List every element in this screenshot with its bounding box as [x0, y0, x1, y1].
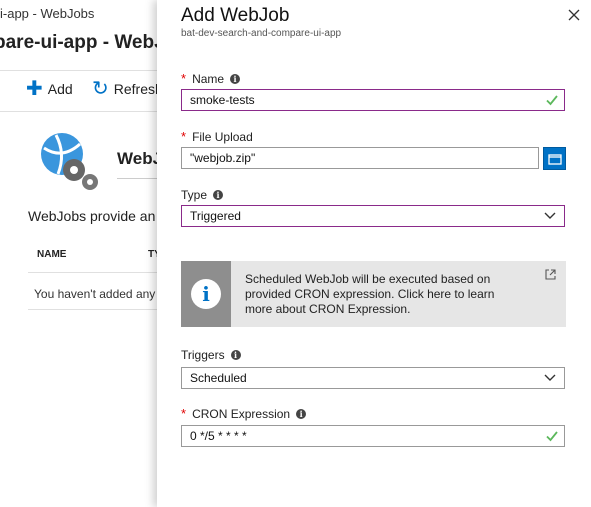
chevron-down-icon	[544, 212, 556, 219]
cron-info-banner[interactable]: i Scheduled WebJob will be executed base…	[181, 261, 566, 327]
table-divider	[28, 309, 160, 310]
info-banner-text: Scheduled WebJob will be executed based …	[245, 272, 495, 316]
blade-toolbar: ✚ Add ↻ Refresh	[0, 70, 160, 112]
type-label-text: Type	[181, 188, 208, 202]
blade-title: pare-ui-app - WebJ	[0, 32, 160, 53]
triggers-dropdown[interactable]: Scheduled	[181, 367, 565, 389]
triggers-label-text: Triggers	[181, 348, 225, 362]
browse-file-button[interactable]	[543, 147, 566, 170]
webjobs-blade: i-app - WebJobs pare-ui-app - WebJ ✚ Add…	[0, 0, 160, 507]
close-icon[interactable]	[567, 8, 581, 22]
chevron-down-icon	[544, 374, 556, 381]
cron-input-value: 0 */5 * * * *	[190, 429, 247, 443]
required-marker: *	[181, 406, 187, 421]
external-link-icon[interactable]	[545, 269, 556, 280]
hero-divider	[117, 178, 160, 179]
table-header-divider	[28, 272, 160, 273]
info-icon[interactable]: i	[296, 408, 307, 419]
cron-input[interactable]: 0 */5 * * * *	[181, 425, 565, 447]
add-webjob-panel: Add WebJob bat-dev-search-and-compare-ui…	[157, 0, 591, 507]
cron-label: * CRON Expression i	[181, 406, 307, 421]
required-marker: *	[181, 129, 187, 144]
check-icon	[546, 95, 558, 106]
type-label: Type i	[181, 188, 224, 202]
file-upload-label: * File Upload	[181, 129, 253, 144]
info-icon[interactable]: i	[230, 73, 241, 84]
name-input-value: smoke-tests	[190, 93, 255, 107]
cron-label-text: CRON Expression	[192, 406, 291, 421]
info-icon[interactable]: i	[230, 350, 241, 360]
name-input[interactable]: smoke-tests	[181, 89, 565, 111]
info-icon: i	[191, 279, 221, 309]
webjobs-icon	[41, 133, 98, 190]
folder-icon	[547, 153, 562, 165]
info-icon[interactable]: i	[213, 190, 224, 200]
refresh-icon: ↻	[92, 78, 109, 100]
check-icon	[546, 431, 558, 442]
panel-title: Add WebJob	[181, 5, 290, 26]
empty-table-message: You haven't added any	[34, 287, 156, 301]
name-label-text: Name	[192, 71, 225, 86]
column-header-name[interactable]: NAME	[37, 249, 66, 260]
breadcrumb[interactable]: i-app - WebJobs	[0, 6, 94, 21]
refresh-button-label: Refresh	[113, 81, 160, 97]
hero-title: WebJ	[117, 149, 160, 168]
refresh-button[interactable]: ↻ Refresh	[92, 78, 160, 100]
webjobs-description: WebJobs provide an	[28, 208, 156, 224]
type-dropdown-value: Triggered	[190, 209, 241, 223]
add-button[interactable]: ✚ Add	[26, 78, 73, 100]
file-upload-value: "webjob.zip"	[190, 151, 256, 165]
file-upload-label-text: File Upload	[192, 129, 253, 144]
add-icon: ✚	[26, 78, 43, 100]
triggers-dropdown-value: Scheduled	[190, 371, 247, 385]
name-label: * Name i	[181, 71, 241, 86]
info-banner-icon-area: i	[181, 261, 231, 327]
add-button-label: Add	[47, 81, 73, 97]
panel-subtitle: bat-dev-search-and-compare-ui-app	[181, 28, 342, 39]
type-dropdown[interactable]: Triggered	[181, 205, 565, 227]
file-upload-input[interactable]: "webjob.zip"	[181, 147, 539, 169]
required-marker: *	[181, 71, 187, 86]
triggers-label: Triggers i	[181, 348, 241, 362]
